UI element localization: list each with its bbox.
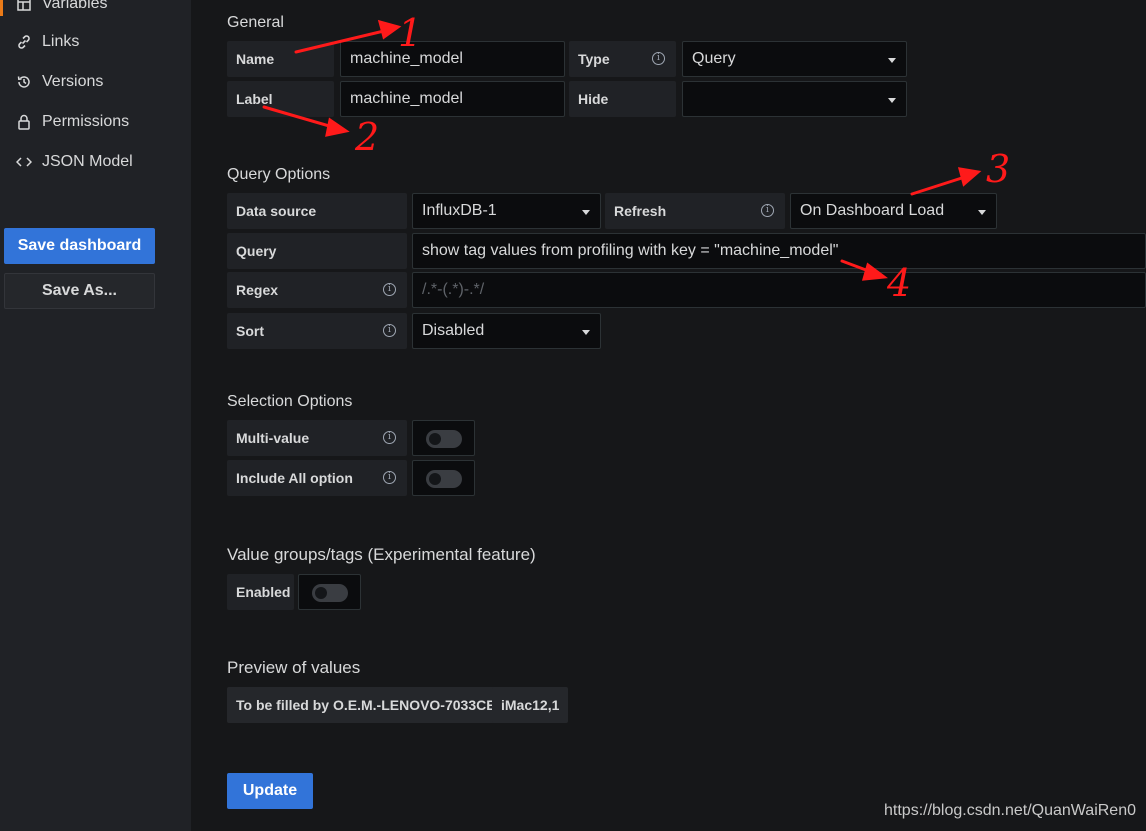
name-input[interactable]: machine_model	[340, 41, 565, 77]
info-icon: i	[383, 471, 396, 484]
preview-title: Preview of values	[227, 658, 361, 677]
annotation-number-2: 2	[355, 115, 380, 159]
sidebar-item-permissions[interactable]: Permissions	[14, 110, 129, 134]
lock-icon	[14, 114, 34, 130]
preview-value-chip: To be filled by O.E.M.-LENOVO-7033CB5	[227, 687, 514, 723]
hide-select[interactable]	[682, 81, 907, 117]
selection-options-title: Selection Options	[227, 393, 353, 410]
sidebar-item-json-model[interactable]: JSON Model	[14, 150, 133, 174]
link-icon	[14, 34, 34, 50]
code-icon	[14, 156, 34, 168]
name-label: Name	[227, 41, 334, 77]
watermark: https://blog.csdn.net/QuanWaiRen0	[884, 802, 1136, 819]
save-dashboard-button[interactable]: Save dashboard	[4, 228, 155, 264]
refresh-select[interactable]: On Dashboard Load	[790, 193, 997, 229]
chevron-down-icon	[582, 210, 590, 215]
settings-sidebar: Variables Links Versions Permissions JSO…	[0, 0, 191, 831]
sidebar-item-versions[interactable]: Versions	[14, 70, 103, 94]
info-icon: i	[652, 52, 665, 65]
toggle-knob	[315, 587, 327, 599]
query-label: Query	[227, 233, 407, 269]
value-groups-title: Value groups/tags (Experimental feature)	[227, 545, 536, 564]
hide-label: Hide	[569, 81, 676, 117]
general-section-title: General	[227, 14, 284, 31]
variable-editor: General Name machine_model Type i Query L…	[191, 0, 1146, 831]
label-label: Label	[227, 81, 334, 117]
sidebar-item-label: Variables	[42, 0, 108, 12]
include-all-toggle-box	[412, 460, 475, 496]
type-label: Type i	[569, 41, 676, 77]
enabled-toggle[interactable]	[312, 584, 348, 602]
sidebar-item-variables[interactable]: Variables	[14, 0, 108, 16]
preview-value-chip: iMac12,1	[492, 687, 569, 723]
sort-select[interactable]: Disabled	[412, 313, 601, 349]
label-input[interactable]: machine_model	[340, 81, 565, 117]
refresh-label: Refresh i	[605, 193, 785, 229]
grid-icon	[14, 0, 34, 11]
regex-input[interactable]: /.*-(.*)-.*/	[412, 272, 1146, 308]
query-options-title: Query Options	[227, 166, 331, 183]
sidebar-item-label: Versions	[42, 73, 104, 90]
type-select[interactable]: Query	[682, 41, 907, 77]
history-icon	[14, 74, 34, 90]
info-icon: i	[761, 204, 774, 217]
sidebar-item-links[interactable]: Links	[14, 30, 79, 54]
regex-label: Regex i	[227, 272, 407, 308]
info-icon: i	[383, 324, 396, 337]
datasource-select[interactable]: InfluxDB-1	[412, 193, 601, 229]
save-as-button[interactable]: Save As...	[4, 273, 155, 309]
toggle-knob	[429, 433, 441, 445]
multi-value-toggle[interactable]	[426, 430, 462, 448]
annotation-number-1: 1	[398, 11, 423, 55]
info-icon: i	[383, 283, 396, 296]
sidebar-item-label: JSON Model	[42, 153, 133, 170]
chevron-down-icon	[888, 58, 896, 63]
annotation-number-4: 4	[887, 261, 912, 305]
sidebar-item-label: Links	[42, 33, 80, 50]
sort-label: Sort i	[227, 313, 407, 349]
sidebar-item-label: Permissions	[42, 113, 130, 130]
info-icon: i	[383, 431, 396, 444]
chevron-down-icon	[582, 330, 590, 335]
annotation-number-3: 3	[986, 147, 1011, 191]
active-indicator	[0, 0, 3, 16]
datasource-label: Data source	[227, 193, 407, 229]
chevron-down-icon	[888, 98, 896, 103]
query-input[interactable]: show tag values from profiling with key …	[412, 233, 1146, 269]
enabled-toggle-box	[298, 574, 361, 610]
include-all-toggle[interactable]	[426, 470, 462, 488]
include-all-label: Include All option i	[227, 460, 407, 496]
toggle-knob	[429, 473, 441, 485]
chevron-down-icon	[978, 210, 986, 215]
update-button[interactable]: Update	[227, 773, 313, 809]
multi-value-label: Multi-value i	[227, 420, 407, 456]
enabled-label: Enabled	[227, 574, 294, 610]
multi-value-toggle-box	[412, 420, 475, 456]
